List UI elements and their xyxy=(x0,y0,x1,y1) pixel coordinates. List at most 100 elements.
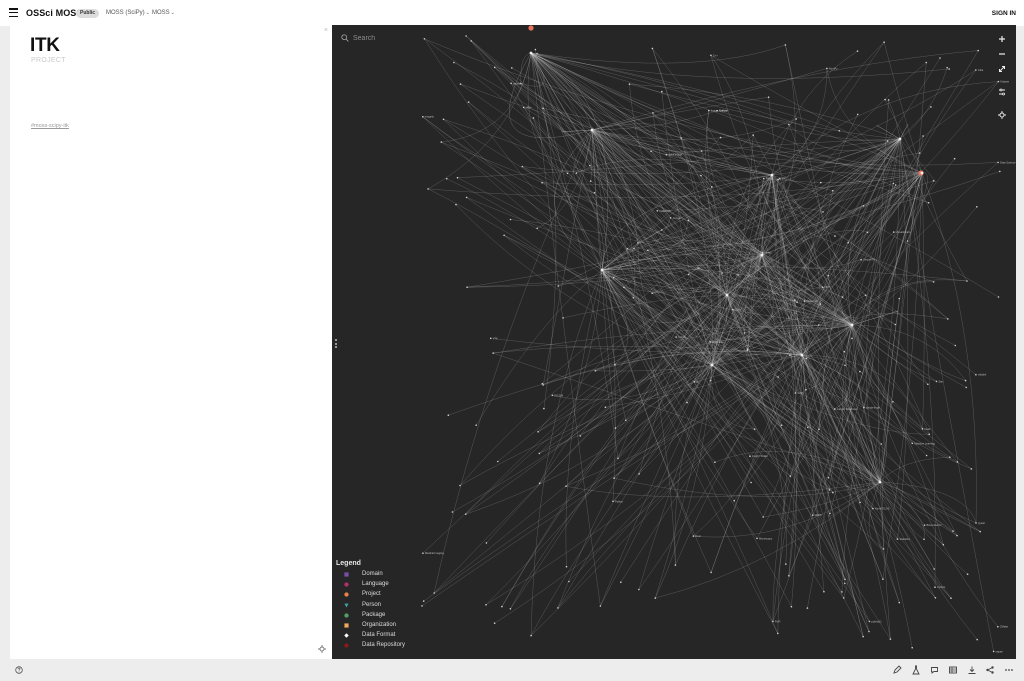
graph-node[interactable] xyxy=(856,113,859,116)
graph-node[interactable] xyxy=(832,491,834,494)
graph-node[interactable] xyxy=(521,165,524,168)
graph-node[interactable] xyxy=(964,379,967,382)
app-title[interactable]: OSSci MOSS xyxy=(26,8,83,18)
graph-node[interactable] xyxy=(687,219,690,222)
graph-node[interactable] xyxy=(832,189,834,192)
download-icon[interactable] xyxy=(967,665,977,675)
graph-node[interactable] xyxy=(522,106,525,109)
graph-node[interactable] xyxy=(538,482,541,485)
graph-node[interactable] xyxy=(862,635,864,638)
graph-node[interactable] xyxy=(856,50,859,52)
graph-node[interactable] xyxy=(530,634,532,637)
graph-node[interactable] xyxy=(893,231,895,233)
graph-node[interactable] xyxy=(680,137,682,139)
graph-node[interactable] xyxy=(950,597,952,599)
graph-node[interactable] xyxy=(930,106,932,108)
graph-node[interactable] xyxy=(604,406,607,409)
graph-node[interactable] xyxy=(711,186,713,188)
graph-node[interactable] xyxy=(442,118,445,121)
graph-node[interactable] xyxy=(625,419,627,422)
graph-node[interactable] xyxy=(868,620,871,623)
graph-node[interactable] xyxy=(946,66,948,69)
graph-node[interactable] xyxy=(509,218,512,221)
graph-node[interactable] xyxy=(489,337,492,340)
graph-node[interactable] xyxy=(925,61,928,64)
graph-node[interactable] xyxy=(620,581,622,583)
hamburger-menu-icon[interactable] xyxy=(9,8,18,18)
hub-node[interactable] xyxy=(725,293,729,297)
graph-node[interactable] xyxy=(503,234,505,237)
graph-node[interactable] xyxy=(638,588,640,591)
graph-node[interactable] xyxy=(693,381,696,383)
graph-node[interactable] xyxy=(892,401,894,403)
graph-node[interactable] xyxy=(777,632,779,635)
hub-node[interactable] xyxy=(600,268,604,272)
graph-node[interactable] xyxy=(551,394,554,397)
graph-node[interactable] xyxy=(975,522,977,524)
graph-node[interactable] xyxy=(838,130,841,132)
graph-node[interactable] xyxy=(949,456,951,459)
graph-node[interactable] xyxy=(777,178,779,181)
graph-node[interactable] xyxy=(466,286,468,289)
hub-node[interactable] xyxy=(800,353,804,357)
flask-icon[interactable] xyxy=(911,665,921,675)
graph-node[interactable] xyxy=(614,363,616,366)
graph-node[interactable] xyxy=(687,273,690,276)
graph-node[interactable] xyxy=(541,382,544,385)
graph-node[interactable] xyxy=(925,454,928,457)
graph-node[interactable] xyxy=(847,241,849,244)
graph-node[interactable] xyxy=(977,49,979,52)
graph-node[interactable] xyxy=(790,605,793,608)
graph-node[interactable] xyxy=(886,140,889,142)
graph-node[interactable] xyxy=(844,364,846,367)
graph-node[interactable] xyxy=(805,357,808,360)
graph-node[interactable] xyxy=(455,203,457,206)
graph-node[interactable] xyxy=(779,177,781,180)
table-icon[interactable] xyxy=(948,665,958,675)
graph-node[interactable] xyxy=(534,48,537,51)
hub-node[interactable] xyxy=(920,171,924,175)
graph-node[interactable] xyxy=(422,115,424,118)
graph-node[interactable] xyxy=(927,202,930,204)
share-icon[interactable] xyxy=(985,665,995,675)
graph-node[interactable] xyxy=(795,118,797,120)
graph-node[interactable] xyxy=(997,296,1000,298)
comments-icon[interactable] xyxy=(930,665,940,675)
graph-node[interactable] xyxy=(842,597,845,599)
edit-icon[interactable] xyxy=(892,665,903,675)
graph-node[interactable] xyxy=(859,501,861,504)
graph-node[interactable] xyxy=(921,428,924,430)
graph-node[interactable] xyxy=(819,303,822,305)
graph-node[interactable] xyxy=(445,177,448,180)
graph-node[interactable] xyxy=(652,112,654,114)
graph-node[interactable] xyxy=(589,164,591,167)
graph-node[interactable] xyxy=(827,274,829,277)
graph-node[interactable] xyxy=(934,586,936,588)
graph-node[interactable] xyxy=(467,101,470,103)
graph-node[interactable] xyxy=(812,514,814,516)
graph-node[interactable] xyxy=(820,181,822,184)
graph-node[interactable] xyxy=(942,543,945,546)
graph-node[interactable] xyxy=(675,336,677,338)
graph-node[interactable] xyxy=(965,386,967,389)
graph-node[interactable] xyxy=(911,646,913,649)
graph-node[interactable] xyxy=(714,461,716,464)
graph-node[interactable] xyxy=(923,538,925,541)
graph-node[interactable] xyxy=(459,83,462,85)
graph-node[interactable] xyxy=(451,511,454,513)
graph-node[interactable] xyxy=(933,568,935,570)
hub-node[interactable] xyxy=(770,173,774,177)
more-icon[interactable] xyxy=(1004,665,1014,675)
graph-node[interactable] xyxy=(557,285,559,287)
graph-node[interactable] xyxy=(884,98,886,101)
graph-node[interactable] xyxy=(789,354,791,356)
graph-node[interactable] xyxy=(612,500,614,503)
graph-node[interactable] xyxy=(894,184,897,186)
graph-node[interactable] xyxy=(628,83,631,85)
graph-node[interactable] xyxy=(485,604,487,606)
graph-node[interactable] xyxy=(656,210,659,212)
graph-node[interactable] xyxy=(422,552,424,554)
graph-node[interactable] xyxy=(882,548,885,550)
graph-node[interactable] xyxy=(826,67,828,70)
graph-node[interactable] xyxy=(651,47,654,50)
